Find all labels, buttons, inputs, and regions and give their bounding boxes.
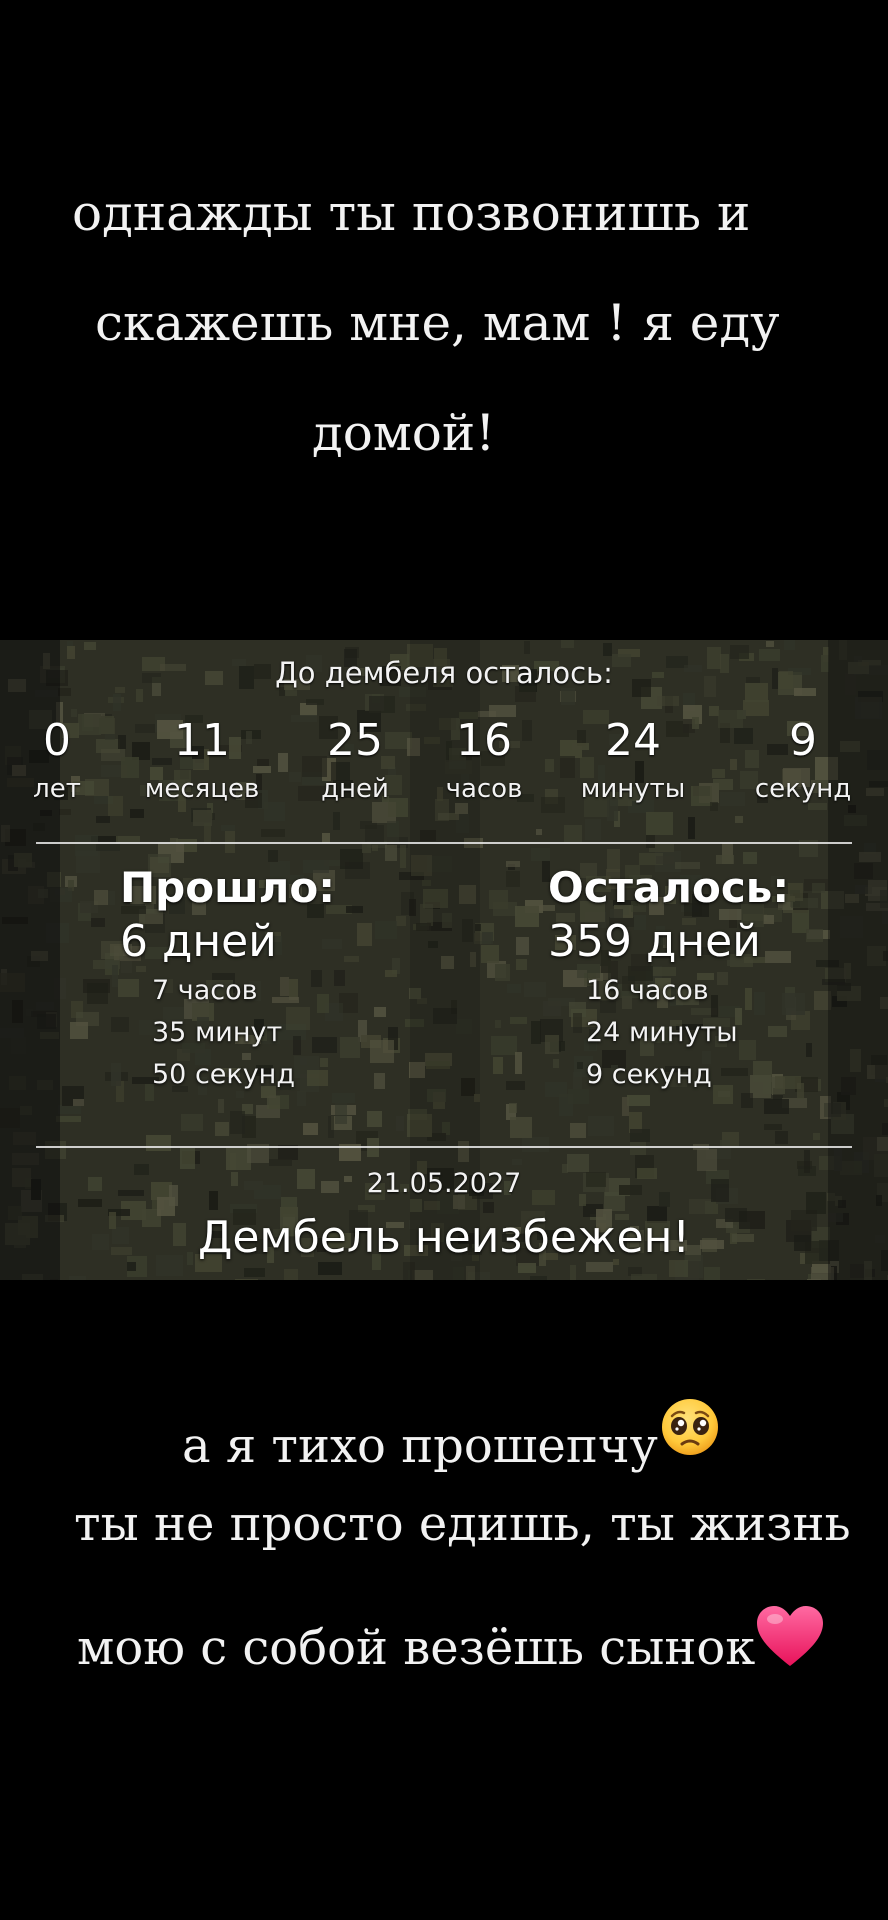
passed-seconds: 50 секунд xyxy=(152,1059,296,1090)
caption-bottom-line-1-text: а я тихо прошепчу xyxy=(182,1418,658,1474)
unit-value: 11 xyxy=(174,715,230,766)
unit-days: 25 дней xyxy=(321,715,389,805)
passed-hours: 7 часов xyxy=(152,975,258,1006)
demob-motto: Дембель неизбежен! xyxy=(197,1212,691,1263)
pleading-face-icon xyxy=(660,1396,720,1466)
unit-label: дней xyxy=(321,774,389,804)
remaining-hours: 16 часов xyxy=(586,975,709,1006)
unit-seconds: 9 секунд xyxy=(754,715,852,805)
caption-top-line-1: однажды ты позвонишь и xyxy=(72,184,751,242)
unit-label: часов xyxy=(445,774,523,804)
demob-date: 21.05.2027 xyxy=(366,1168,522,1199)
unit-value: 24 xyxy=(604,715,661,766)
heart-icon xyxy=(755,1604,825,1678)
unit-years: 0 лет xyxy=(33,715,81,805)
unit-label: минуты xyxy=(580,774,686,804)
unit-months: 11 месяцев xyxy=(144,715,260,805)
caption-bottom-line-1: а я тихо прошепчу xyxy=(182,1399,720,1470)
caption-bottom-line-2: ты не просто едишь, ты жизнь xyxy=(74,1496,851,1552)
caption-top-line-3: домой! xyxy=(312,404,496,462)
counter-units: 0 лет 11 месяцев 25 дней 16 часов 24 мин… xyxy=(0,716,888,816)
caption-bottom-line-3: мою с собой везёшь сынок xyxy=(77,1598,825,1672)
demobilization-counter-card: До дембеля осталось: 0 лет 11 месяцев 25… xyxy=(0,640,888,1280)
counter-title: До дембеля осталось: xyxy=(275,656,613,690)
remaining-days: 359 дней xyxy=(548,916,761,967)
unit-label: месяцев xyxy=(144,774,260,804)
passed-minutes: 35 минут xyxy=(152,1017,283,1048)
unit-value: 0 xyxy=(42,715,71,766)
unit-label: лет xyxy=(33,774,81,804)
unit-minutes: 24 минуты xyxy=(580,715,686,805)
unit-value: 9 xyxy=(788,715,817,766)
caption-top-line-2: скажешь мне, мам ! я еду xyxy=(95,294,780,352)
story-page: однажды ты позвонишь и скажешь мне, мам … xyxy=(0,0,888,1920)
unit-value: 16 xyxy=(455,715,512,766)
unit-label: секунд xyxy=(754,774,852,804)
remaining-heading: Осталось: xyxy=(548,863,790,912)
divider xyxy=(36,1146,852,1148)
caption-bottom-line-3-text: мою с собой везёшь сынок xyxy=(77,1620,756,1676)
passed-heading: Прошло: xyxy=(120,863,336,912)
remaining-column: Осталось: 359 дней 16 часов 24 минуты 9 … xyxy=(462,862,822,1096)
passed-column: Прошло: 6 дней 7 часов 35 минут 50 секун… xyxy=(42,862,402,1096)
remaining-minutes: 24 минуты xyxy=(586,1017,738,1048)
passed-days: 6 дней xyxy=(120,916,277,967)
unit-hours: 16 часов xyxy=(445,715,523,805)
remaining-seconds: 9 секунд xyxy=(586,1059,712,1090)
unit-value: 25 xyxy=(327,715,383,766)
divider xyxy=(36,842,852,844)
